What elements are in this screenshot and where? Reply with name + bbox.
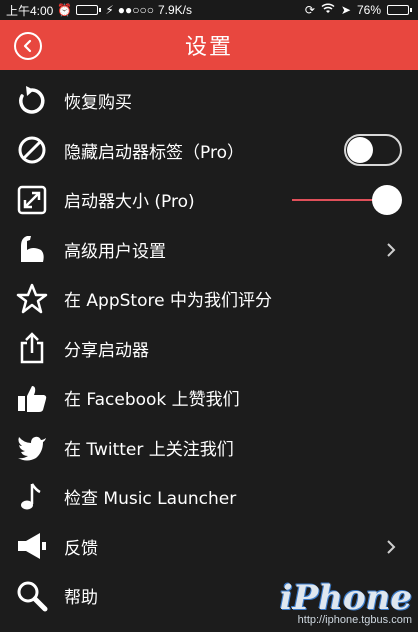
battery-percent: 76% xyxy=(356,3,381,17)
twitter-bird-icon xyxy=(0,423,64,473)
row-label: 恢复购买 xyxy=(64,93,132,114)
network-speed: 7.9K/s xyxy=(158,3,193,17)
watermark-brand: iPhone xyxy=(279,578,412,618)
slider-knob[interactable] xyxy=(372,185,402,215)
hide-labels-toggle[interactable] xyxy=(344,133,402,166)
row-label: 反馈 xyxy=(64,538,98,559)
charging-bolt-icon: ⚡ xyxy=(105,3,114,17)
flexed-arm-icon xyxy=(0,225,64,275)
watermark-url: http://iphone.tgbus.com xyxy=(297,614,412,626)
share-launcher-row[interactable]: 分享启动器 xyxy=(0,324,418,374)
feedback-row[interactable]: 反馈 xyxy=(0,522,418,572)
back-chevron-icon xyxy=(23,39,32,53)
row-label: 检查 Music Launcher xyxy=(64,489,237,510)
signal-dots-icon: ●●○○○ xyxy=(117,3,154,17)
row-label: 帮助 xyxy=(64,588,98,609)
music-note-icon xyxy=(0,472,64,522)
row-label: 启动器大小 (Pro) xyxy=(64,192,195,213)
back-button[interactable] xyxy=(14,32,42,60)
hide-labels-row[interactable]: 隐藏启动器标签（Pro） xyxy=(0,126,418,176)
toggle-knob xyxy=(347,136,373,163)
watermark: iPhone http://iphone.tgbus.com xyxy=(280,580,412,626)
rate-appstore-row[interactable]: 在 AppStore 中为我们评分 xyxy=(0,274,418,324)
thumbs-up-icon xyxy=(0,373,64,423)
wifi-icon xyxy=(321,3,335,17)
battery-charging-icon xyxy=(76,5,102,15)
row-label: 分享启动器 xyxy=(64,340,149,361)
row-label: 在 AppStore 中为我们评分 xyxy=(64,291,272,312)
megaphone-icon xyxy=(0,522,64,572)
status-bar: 上午4:00 ⏰ ⚡ ●●○○○ 7.9K/s ⟳ ➤ 76% xyxy=(0,0,418,20)
star-icon xyxy=(0,274,64,324)
resize-arrows-icon xyxy=(0,175,64,225)
status-left: 上午4:00 ⏰ ⚡ ●●○○○ 7.9K/s xyxy=(6,2,192,19)
alarm-icon: ⏰ xyxy=(57,3,73,17)
chevron-right-icon xyxy=(387,539,396,554)
settings-list: 恢复购买 隐藏启动器标签（Pro） 启动器大小 (Pro) 高级用户设置 在 A… xyxy=(0,76,418,621)
location-icon: ➤ xyxy=(340,3,351,17)
nav-header: 设置 xyxy=(0,20,418,70)
restore-purchases-row[interactable]: 恢复购买 xyxy=(0,76,418,126)
row-label: 隐藏启动器标签（Pro） xyxy=(64,142,244,163)
check-music-launcher-row[interactable]: 检查 Music Launcher xyxy=(0,472,418,522)
restore-arrow-icon xyxy=(0,76,64,126)
status-time: 上午4:00 xyxy=(6,3,54,18)
battery-icon xyxy=(387,5,412,15)
row-label: 高级用户设置 xyxy=(64,241,166,262)
rotation-lock-icon: ⟳ xyxy=(304,3,315,17)
row-label: 在 Twitter 上关注我们 xyxy=(64,439,234,460)
launcher-size-row: 启动器大小 (Pro) xyxy=(0,175,418,225)
magnifier-icon xyxy=(0,571,64,621)
chevron-right-icon xyxy=(387,242,396,257)
launcher-size-slider[interactable] xyxy=(292,185,402,215)
advanced-settings-row[interactable]: 高级用户设置 xyxy=(0,225,418,275)
page-title: 设置 xyxy=(184,35,233,60)
hide-slash-icon xyxy=(0,126,64,176)
facebook-like-row[interactable]: 在 Facebook 上赞我们 xyxy=(0,373,418,423)
status-right: ⟳ ➤ 76% xyxy=(305,3,412,17)
row-label: 在 Facebook 上赞我们 xyxy=(64,390,240,411)
twitter-follow-row[interactable]: 在 Twitter 上关注我们 xyxy=(0,423,418,473)
share-icon xyxy=(0,324,64,374)
